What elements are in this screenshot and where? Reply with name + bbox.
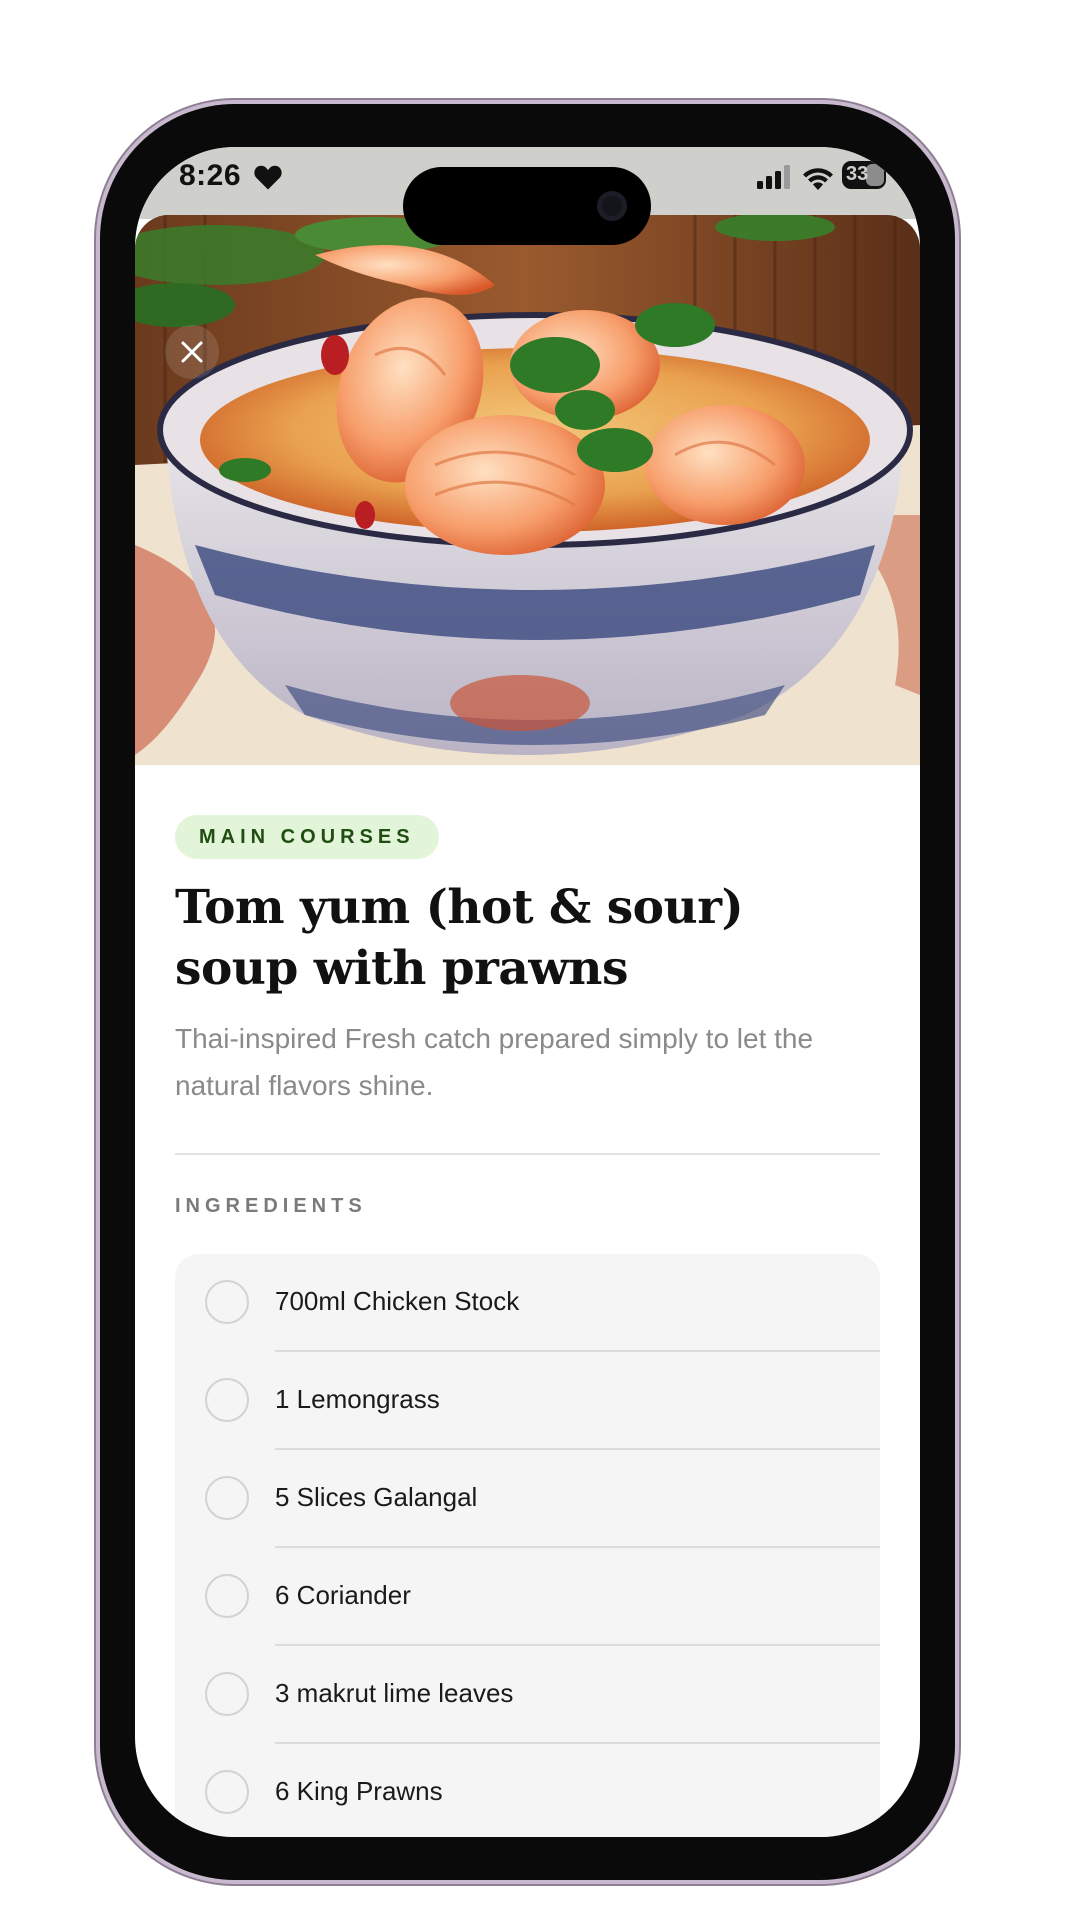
recipe-description: Thai-inspired Fresh catch prepared simpl… — [175, 1023, 814, 1101]
ingredient-label: 1 Lemongrass — [275, 1384, 440, 1414]
battery-icon: 33 — [842, 161, 886, 189]
ingredients-heading: INGREDIENTS — [175, 1195, 367, 1217]
ingredient-checkbox[interactable] — [205, 1476, 249, 1520]
cellular-signal-icon — [757, 165, 790, 189]
close-icon — [181, 341, 203, 363]
ingredient-checkbox[interactable] — [205, 1574, 249, 1618]
app-screen: 8:26 33 MAIN COURSES Tom yum (hot & sour… — [135, 147, 920, 1837]
battery-level — [866, 164, 884, 186]
dynamic-island — [403, 167, 651, 245]
section-divider — [175, 1153, 880, 1155]
ingredients-list: 700ml Chicken Stock 1 Lemongrass 5 Slice… — [175, 1254, 880, 1837]
ingredient-checkbox[interactable] — [205, 1378, 249, 1422]
ingredient-label: 700ml Chicken Stock — [275, 1286, 520, 1316]
ingredient-checkbox[interactable] — [205, 1770, 249, 1814]
camera-icon — [597, 191, 627, 221]
battery-percentage: 33 — [846, 163, 869, 185]
status-time: 8:26 — [179, 159, 242, 192]
soup-bowl-illustration — [135, 215, 920, 765]
ingredient-item[interactable]: 1 Lemongrass — [175, 1352, 880, 1450]
wifi-icon — [803, 168, 833, 190]
ingredient-item[interactable]: 5 Slices Galangal — [175, 1450, 880, 1548]
phone-frame: 8:26 33 MAIN COURSES Tom yum (hot & sour… — [100, 104, 955, 1880]
category-badge: MAIN COURSES — [175, 815, 439, 859]
ingredient-item[interactable]: 3 makrut lime leaves — [175, 1646, 880, 1744]
ingredient-item[interactable]: 700ml Chicken Stock — [175, 1254, 880, 1352]
ingredient-checkbox[interactable] — [205, 1280, 249, 1324]
ingredient-item[interactable]: 6 King Prawns — [175, 1744, 880, 1837]
ingredient-label: 5 Slices Galangal — [275, 1482, 478, 1512]
recipe-hero-image — [135, 215, 920, 765]
ingredient-label: 6 King Prawns — [275, 1776, 443, 1806]
close-button[interactable] — [165, 325, 219, 379]
ingredient-label: 6 Coriander — [275, 1580, 411, 1610]
ingredient-label: 3 makrut lime leaves — [275, 1678, 514, 1708]
recipe-title: Tom yum (hot & sour) soup with prawns — [175, 880, 744, 996]
ingredient-item[interactable]: 6 Coriander — [175, 1548, 880, 1646]
ingredient-checkbox[interactable] — [205, 1672, 249, 1716]
heart-icon — [254, 165, 282, 190]
